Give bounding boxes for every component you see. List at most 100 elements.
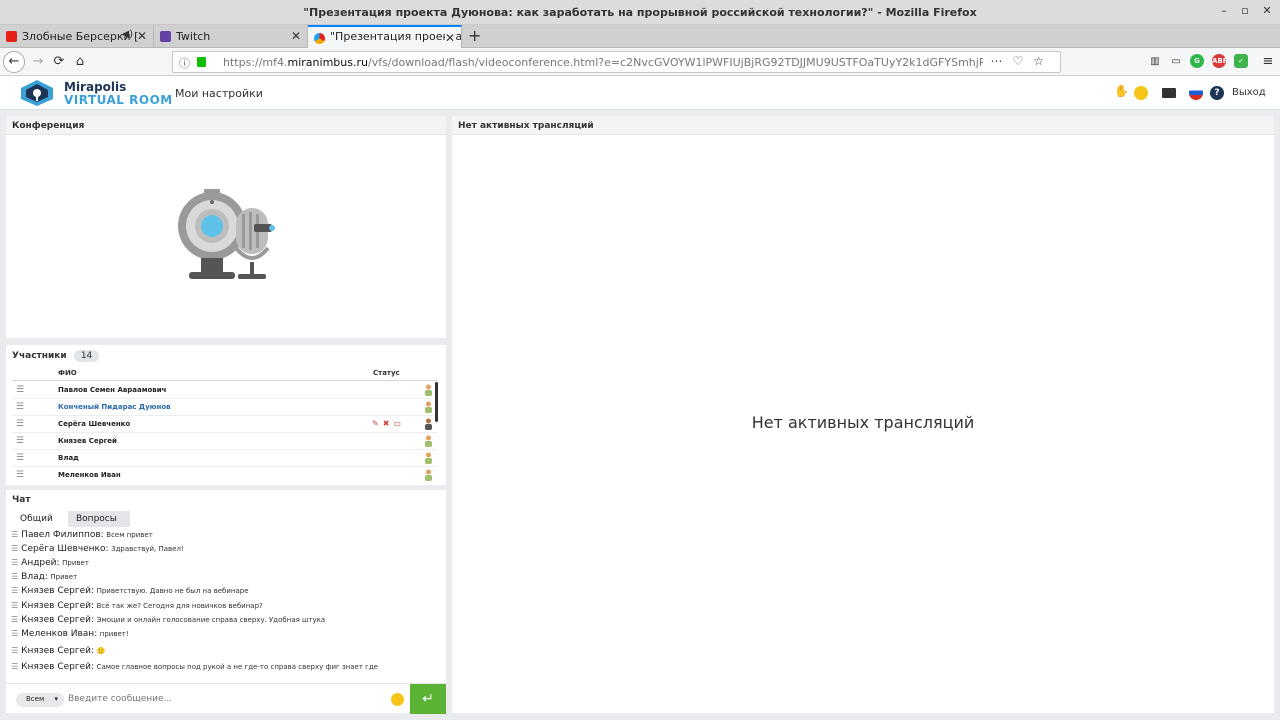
chat-message: ☰ Серёга Шевченко: Здравствуй, Павел! — [11, 544, 184, 554]
chat-message: ☰ Меленков Иван: привет! — [11, 629, 129, 639]
recipient-select[interactable]: Всем ▾ — [16, 693, 64, 707]
chat-message-input[interactable] — [68, 689, 383, 709]
chat-title: Чат — [6, 490, 446, 509]
page-actions[interactable]: ⋯♡☆ — [990, 54, 1054, 68]
navigation-bar: ← → ⟳ ⌂ ⓘ https://mf4.miranimbus.ru/vfs/… — [0, 48, 1280, 76]
webcam-microphone-icon — [178, 189, 275, 279]
row-menu-icon[interactable]: ☰ — [16, 470, 24, 480]
participant-avatar-icon — [425, 384, 432, 396]
conference-title: Конференция — [6, 116, 446, 135]
tab-twitch[interactable]: Twitch ✕ — [154, 25, 308, 48]
participant-row[interactable]: ☰ Павлов Семен Авраамович — [12, 382, 437, 399]
participant-row[interactable]: ☰ Меленков Иван — [12, 467, 437, 484]
tab-zlobnye-berserki[interactable]: Злобные Берсерки [ ◀) ✕ — [0, 25, 154, 48]
chat-panel: Чат Общий Вопросы ☰ Павел Филиппов: Всем … — [6, 490, 446, 714]
row-menu-icon[interactable]: ☰ — [16, 453, 24, 463]
url-text[interactable]: https://mf4.miranimbus.ru/vfs/download/f… — [223, 56, 983, 69]
mirapolis-icon — [314, 33, 325, 44]
chat-message: ☰ Князев Сергей: Эмоции и онлайн голосова… — [11, 615, 326, 625]
tab-presentation[interactable]: "Презентация проекта ✕ — [308, 25, 462, 48]
row-menu-icon[interactable]: ☰ — [16, 419, 24, 429]
chat-message: ☰ Андрей: Привет — [11, 558, 89, 568]
participant-name[interactable]: Конченый Пидарас Дуюнов — [58, 403, 171, 411]
chat-tab-general[interactable]: Общий — [12, 511, 66, 527]
message-menu-icon[interactable]: ☰ — [11, 629, 18, 638]
close-tab-icon[interactable]: ✕ — [444, 31, 455, 45]
logo-subtext: VIRTUAL ROOM — [64, 93, 173, 107]
russian-flag-icon[interactable] — [1189, 86, 1203, 100]
sidebar-icon[interactable]: ▭ — [1166, 52, 1186, 72]
participant-row[interactable]: ☰ Влад — [12, 450, 437, 467]
participant-name: Павлов Семен Авраамович — [58, 386, 167, 394]
reload-button[interactable]: ⟳ — [49, 52, 69, 72]
participant-avatar-icon — [425, 435, 432, 447]
logout-button[interactable]: Выход — [1232, 87, 1266, 98]
raise-hand-icon[interactable]: ✋ — [1114, 84, 1129, 98]
message-menu-icon[interactable]: ☰ — [11, 646, 18, 655]
chat-input-bar: Всем ▾ ↵ — [6, 683, 446, 714]
participant-name: Серёга Шевченко — [58, 420, 131, 428]
window-titlebar: "Презентация проекта Дуюнова: как зарабо… — [0, 0, 1280, 25]
send-message-button[interactable]: ↵ — [410, 684, 446, 714]
message-menu-icon[interactable]: ☰ — [11, 662, 18, 671]
column-header-status[interactable]: Статус — [373, 369, 400, 377]
participant-row[interactable]: ☰ Конченый Пидарас Дуюнов — [12, 399, 437, 416]
speaker-icon[interactable]: ◀) — [121, 29, 133, 40]
my-settings-link[interactable]: Мои настройки — [175, 87, 263, 100]
participants-scrollbar[interactable] — [435, 382, 438, 422]
adblock-icon[interactable]: ABP — [1212, 54, 1228, 68]
participant-row[interactable]: ☰ Князев Сергей — [12, 433, 437, 450]
home-button[interactable]: ⌂ — [70, 52, 90, 72]
message-menu-icon[interactable]: ☰ — [11, 530, 18, 539]
participants-panel: Участники 14 ФИО Статус ☰ Павлов Семен А… — [6, 345, 446, 485]
participants-table-header: ФИО Статус — [12, 367, 437, 381]
minimize-button[interactable]: – — [1216, 4, 1232, 20]
new-tab-button[interactable]: + — [468, 26, 481, 45]
info-icon[interactable]: ⓘ — [179, 55, 190, 71]
close-tab-icon[interactable]: ✕ — [137, 29, 147, 43]
participants-header: Участники 14 — [6, 345, 446, 365]
message-menu-icon[interactable]: ☰ — [11, 572, 18, 581]
participant-avatar-icon — [425, 401, 432, 413]
folder-icon[interactable] — [1162, 88, 1176, 98]
close-window-button[interactable]: ✕ — [1259, 4, 1275, 20]
participant-name: Князев Сергей — [58, 437, 117, 445]
message-menu-icon[interactable]: ☰ — [11, 601, 18, 610]
emoji-picker-icon[interactable] — [391, 693, 404, 706]
row-menu-icon[interactable]: ☰ — [16, 402, 24, 412]
row-menu-icon[interactable]: ☰ — [16, 385, 24, 395]
logo-text: Mirapolis — [64, 80, 127, 94]
shield-icon[interactable]: ✓ — [1234, 54, 1248, 68]
message-menu-icon[interactable]: ☰ — [11, 586, 18, 595]
row-menu-icon[interactable]: ☰ — [16, 436, 24, 446]
tab-label: Twitch — [176, 30, 211, 43]
participant-status-icons[interactable]: ✎✖▭ — [372, 419, 405, 428]
extension-icon[interactable]: G — [1190, 54, 1204, 68]
streams-panel: Нет активных трансляций Нет активных тра… — [452, 116, 1274, 713]
close-tab-icon[interactable]: ✕ — [291, 29, 301, 43]
back-button[interactable]: ← — [3, 51, 25, 73]
tab-label: "Презентация проекта — [330, 30, 462, 43]
maximize-button[interactable]: ▫ — [1237, 4, 1253, 20]
message-menu-icon[interactable]: ☰ — [11, 558, 18, 567]
mirapolis-logo-icon — [21, 80, 53, 106]
participant-row[interactable]: ☰ Серёга Шевченко ✎✖▭ — [12, 416, 437, 433]
message-menu-icon[interactable]: ☰ — [11, 544, 18, 553]
lock-icon[interactable] — [197, 57, 206, 67]
forward-button[interactable]: → — [28, 52, 48, 72]
column-header-name[interactable]: ФИО — [58, 369, 77, 377]
participant-avatar-icon — [425, 469, 432, 481]
library-icon[interactable]: ▥ — [1145, 52, 1165, 72]
chat-message: ☰ Князев Сергей: Приветствую. Давно не бы… — [11, 586, 249, 596]
help-icon[interactable]: ? — [1210, 86, 1224, 100]
chat-message: ☰ Князев Сергей: 🙂 — [11, 646, 106, 656]
participant-name: Меленков Иван — [58, 471, 121, 479]
participants-title: Участники — [12, 351, 67, 361]
chat-tab-questions[interactable]: Вопросы — [68, 511, 130, 527]
message-menu-icon[interactable]: ☰ — [11, 615, 18, 624]
url-bar[interactable]: ⓘ https://mf4.miranimbus.ru/vfs/download… — [172, 51, 1061, 73]
emotion-icon[interactable] — [1134, 86, 1148, 100]
youtube-icon — [6, 31, 17, 42]
menu-icon[interactable]: ≡ — [1258, 52, 1278, 72]
chat-messages: ☰ Павел Филиппов: Всем привет ☰ Серёга Шев… — [6, 528, 446, 678]
